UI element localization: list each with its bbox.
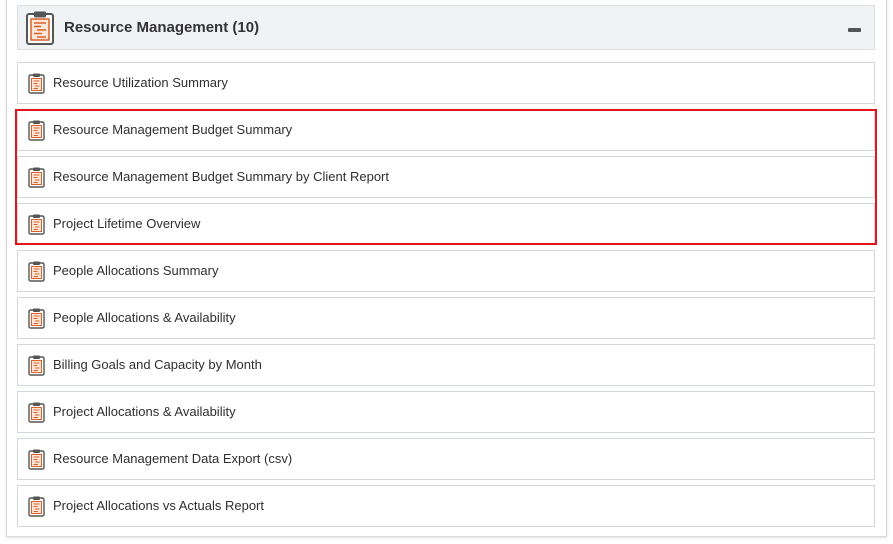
report-row[interactable]: Resource Management Budget Summary — [17, 109, 875, 151]
report-row[interactable]: Project Allocations & Availability — [17, 391, 875, 433]
clipboard-report-icon — [28, 355, 45, 376]
report-row[interactable]: Resource Management Data Export (csv) — [17, 438, 875, 480]
clipboard-report-icon — [28, 214, 45, 235]
clipboard-report-icon — [28, 402, 45, 423]
report-row[interactable]: Billing Goals and Capacity by Month — [17, 344, 875, 386]
clipboard-report-icon — [28, 261, 45, 282]
report-link[interactable]: People Allocations Summary — [53, 263, 218, 278]
clipboard-report-icon — [28, 496, 45, 517]
report-section-panel: Resource Management (10) Resource Utiliz… — [6, 0, 887, 537]
clipboard-report-icon — [28, 449, 45, 470]
report-row[interactable]: People Allocations Summary — [17, 250, 875, 292]
report-link[interactable]: Resource Management Budget Summary by Cl… — [53, 169, 389, 184]
minus-icon — [848, 28, 861, 32]
clipboard-report-icon — [28, 120, 45, 141]
clipboard-report-icon — [28, 167, 45, 188]
report-link[interactable]: Project Lifetime Overview — [53, 216, 200, 231]
report-link[interactable]: Resource Utilization Summary — [53, 75, 228, 90]
report-link[interactable]: Billing Goals and Capacity by Month — [53, 357, 262, 372]
report-link[interactable]: Project Allocations vs Actuals Report — [53, 498, 264, 513]
report-link[interactable]: Resource Management Data Export (csv) — [53, 451, 292, 466]
report-row[interactable]: Project Allocations vs Actuals Report — [17, 485, 875, 527]
report-row[interactable]: Resource Utilization Summary — [17, 62, 875, 104]
clipboard-report-icon — [25, 11, 55, 45]
section-title: Resource Management (10) — [64, 19, 260, 36]
report-link[interactable]: Resource Management Budget Summary — [53, 122, 292, 137]
report-link[interactable]: Project Allocations & Availability — [53, 404, 236, 419]
clipboard-report-icon — [28, 73, 45, 94]
collapse-button[interactable] — [846, 18, 864, 38]
clipboard-report-icon — [28, 308, 45, 329]
section-header[interactable]: Resource Management (10) — [17, 5, 875, 50]
report-row[interactable]: People Allocations & Availability — [17, 297, 875, 339]
report-link[interactable]: People Allocations & Availability — [53, 310, 236, 325]
report-row[interactable]: Resource Management Budget Summary by Cl… — [17, 156, 875, 198]
report-row[interactable]: Project Lifetime Overview — [17, 203, 875, 245]
